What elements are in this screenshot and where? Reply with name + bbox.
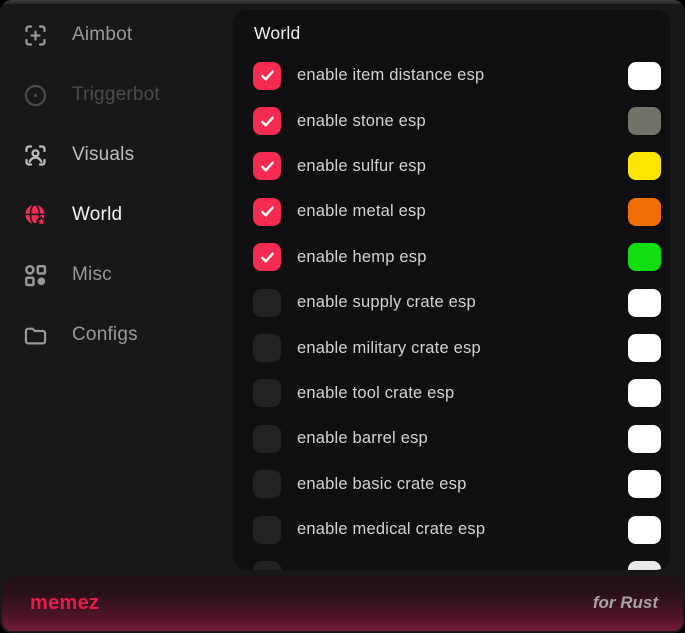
esp-row-0[interactable]: enable item distance esp — [233, 53, 670, 98]
sidebar-item-misc[interactable]: Misc — [0, 245, 233, 305]
esp-label: enable metal esp — [297, 202, 426, 221]
esp-row-7[interactable]: enable tool crate esp — [233, 371, 670, 416]
esp-label: enable sulfur esp — [297, 157, 426, 176]
esp-checkbox[interactable] — [253, 243, 281, 271]
esp-row-8[interactable]: enable barrel esp — [233, 416, 670, 461]
esp-rows: enable item distance esp enable stone es… — [233, 53, 670, 570]
esp-row-1[interactable]: enable stone esp — [233, 98, 670, 143]
esp-checkbox[interactable] — [253, 152, 281, 180]
esp-row-4[interactable]: enable hemp esp — [233, 235, 670, 280]
shapes-grid-icon — [22, 262, 49, 289]
esp-checkbox[interactable] — [253, 470, 281, 498]
esp-row-9[interactable]: enable basic crate esp — [233, 462, 670, 507]
esp-checkbox[interactable] — [253, 62, 281, 90]
check-icon — [259, 249, 276, 266]
esp-label: enable hemp esp — [297, 248, 427, 267]
esp-checkbox[interactable] — [253, 379, 281, 407]
user-scan-icon — [22, 142, 49, 169]
esp-label: enable item distance esp — [297, 66, 484, 85]
esp-color-swatch[interactable] — [628, 561, 661, 570]
esp-checkbox[interactable] — [253, 107, 281, 135]
check-icon — [259, 203, 276, 220]
sidebar-item-aimbot[interactable]: Aimbot — [0, 5, 233, 65]
esp-row-3[interactable]: enable metal esp — [233, 189, 670, 234]
check-icon — [259, 158, 276, 175]
sidebar-item-configs[interactable]: Configs — [0, 305, 233, 365]
esp-color-swatch[interactable] — [628, 289, 661, 317]
sidebar-item-label: Aimbot — [72, 24, 132, 46]
sidebar-item-visuals[interactable]: Visuals — [0, 125, 233, 185]
crosshair-scan-icon — [22, 22, 49, 49]
esp-label: enable supply crate esp — [297, 293, 476, 312]
brand-tagline: for Rust — [593, 593, 658, 613]
esp-row-11[interactable] — [233, 552, 670, 570]
esp-label: enable military crate esp — [297, 339, 481, 358]
sidebar-item-label: Visuals — [72, 144, 134, 166]
esp-label: enable tool crate esp — [297, 384, 454, 403]
esp-label: enable medical crate esp — [297, 520, 485, 539]
esp-color-swatch[interactable] — [628, 334, 661, 362]
esp-label: enable barrel esp — [297, 429, 428, 448]
esp-label: enable stone esp — [297, 112, 426, 131]
esp-color-swatch[interactable] — [628, 243, 661, 271]
folder-icon — [22, 322, 49, 349]
world-panel: World enable item distance esp enable st… — [233, 10, 670, 570]
esp-row-2[interactable]: enable sulfur esp — [233, 144, 670, 189]
esp-color-swatch[interactable] — [628, 198, 661, 226]
esp-checkbox[interactable] — [253, 561, 281, 570]
sidebar-item-label: Configs — [72, 324, 138, 346]
esp-color-swatch[interactable] — [628, 152, 661, 180]
app-window: Aimbot Triggerbot Visuals World Misc Con… — [0, 0, 685, 633]
esp-color-swatch[interactable] — [628, 470, 661, 498]
esp-checkbox[interactable] — [253, 198, 281, 226]
sidebar: Aimbot Triggerbot Visuals World Misc Con… — [0, 5, 233, 365]
esp-color-swatch[interactable] — [628, 516, 661, 544]
sidebar-item-triggerbot[interactable]: Triggerbot — [0, 65, 233, 125]
check-icon — [259, 67, 276, 84]
menu-window: Aimbot Triggerbot Visuals World Misc Con… — [0, 0, 685, 633]
esp-color-swatch[interactable] — [628, 62, 661, 90]
footer-bar: memez for Rust — [2, 575, 683, 631]
esp-label: enable basic crate esp — [297, 475, 467, 494]
esp-row-5[interactable]: enable supply crate esp — [233, 280, 670, 325]
circle-dot-icon — [22, 82, 49, 109]
esp-checkbox[interactable] — [253, 516, 281, 544]
esp-checkbox[interactable] — [253, 425, 281, 453]
brand-name: memez — [30, 592, 99, 615]
esp-color-swatch[interactable] — [628, 107, 661, 135]
globe-star-icon — [22, 202, 49, 229]
esp-color-swatch[interactable] — [628, 425, 661, 453]
sidebar-item-label: Triggerbot — [72, 84, 160, 106]
esp-checkbox[interactable] — [253, 334, 281, 362]
sidebar-item-world[interactable]: World — [0, 185, 233, 245]
sidebar-item-label: Misc — [72, 264, 112, 286]
sidebar-item-label: World — [72, 204, 122, 226]
check-icon — [259, 113, 276, 130]
esp-color-swatch[interactable] — [628, 379, 661, 407]
esp-checkbox[interactable] — [253, 289, 281, 317]
esp-row-10[interactable]: enable medical crate esp — [233, 507, 670, 552]
esp-row-6[interactable]: enable military crate esp — [233, 325, 670, 370]
panel-title: World — [254, 23, 670, 44]
